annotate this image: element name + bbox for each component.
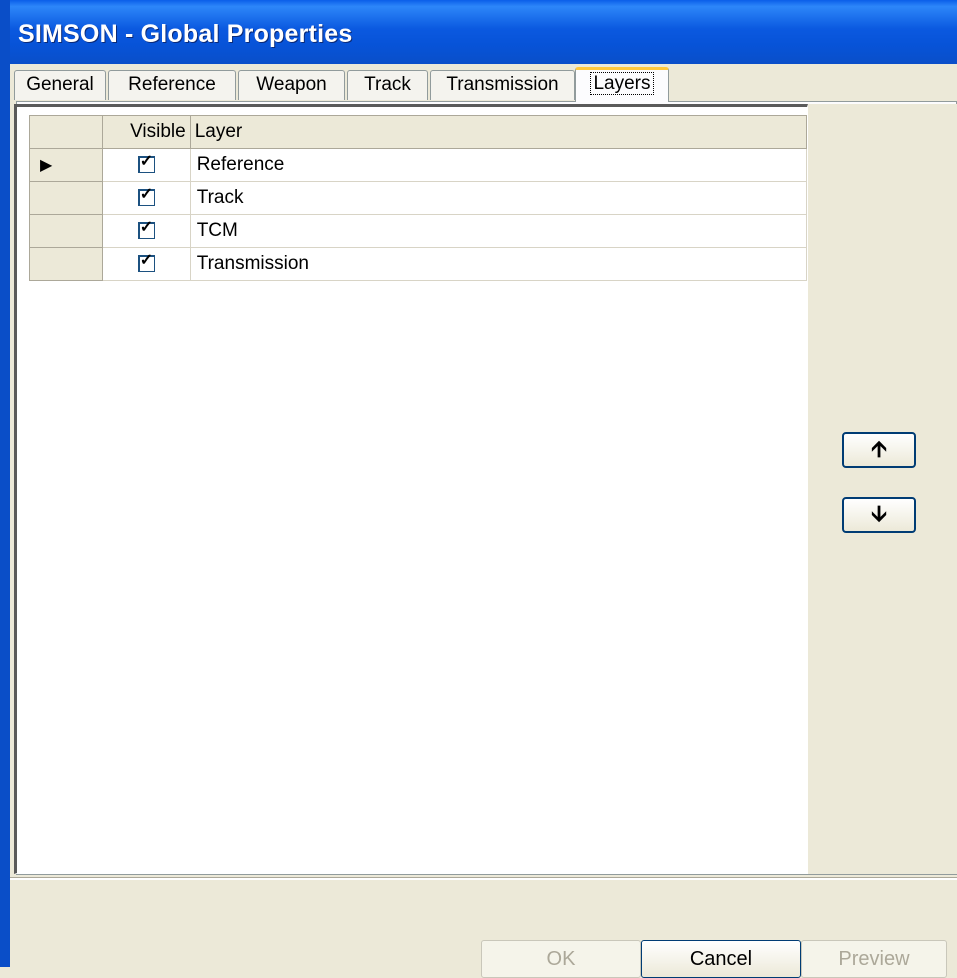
check-icon: ✓ xyxy=(139,186,154,204)
row-header[interactable] xyxy=(29,214,103,248)
move-down-button[interactable]: 🡫 xyxy=(842,497,916,533)
tab-transmission[interactable]: Transmission xyxy=(430,70,575,100)
visible-checkbox[interactable]: ✓ xyxy=(137,252,155,273)
visible-checkbox[interactable]: ✓ xyxy=(137,219,155,240)
grid-header-row: Visible Layer xyxy=(29,115,808,149)
tab-track[interactable]: Track xyxy=(347,70,428,100)
visible-checkbox-cell[interactable]: ✓ xyxy=(101,148,191,182)
tab-reference[interactable]: Reference xyxy=(108,70,236,100)
divider xyxy=(10,877,957,880)
layer-name-cell[interactable]: Transmission xyxy=(189,247,808,281)
table-row[interactable]: ✓ TCM xyxy=(29,214,808,248)
window-frame xyxy=(0,64,10,967)
row-header[interactable] xyxy=(29,181,103,215)
layers-grid-area[interactable]: Visible Layer ▶ ✓ Reference ✓ Track ✓ TC… xyxy=(14,104,808,874)
table-row[interactable]: ▶ ✓ Reference xyxy=(29,148,808,182)
tab-general[interactable]: General xyxy=(14,70,106,100)
layer-name-cell[interactable]: Track xyxy=(189,181,808,215)
column-header-visible[interactable]: Visible xyxy=(101,115,191,149)
row-header[interactable]: ▶ xyxy=(29,148,103,182)
column-header-layer[interactable]: Layer xyxy=(189,115,808,149)
tab-weapon[interactable]: Weapon xyxy=(238,70,345,100)
visible-checkbox[interactable]: ✓ xyxy=(137,153,155,174)
cancel-button[interactable]: Cancel xyxy=(641,940,801,978)
arrow-up-icon: 🡩 xyxy=(871,436,887,461)
visible-checkbox-cell[interactable]: ✓ xyxy=(101,247,191,281)
title-bar[interactable]: SIMSON - Global Properties xyxy=(0,0,957,64)
ok-button[interactable]: OK xyxy=(481,940,641,978)
table-row[interactable]: ✓ Track xyxy=(29,181,808,215)
check-icon: ✓ xyxy=(139,153,154,171)
visible-checkbox-cell[interactable]: ✓ xyxy=(101,181,191,215)
row-header-corner xyxy=(29,115,103,149)
visible-checkbox[interactable]: ✓ xyxy=(137,186,155,207)
table-row[interactable]: ✓ Transmission xyxy=(29,247,808,281)
layer-name-cell[interactable]: Reference xyxy=(189,148,808,182)
preview-button[interactable]: Preview xyxy=(801,940,947,978)
window-title: SIMSON - Global Properties xyxy=(18,20,353,48)
visible-checkbox-cell[interactable]: ✓ xyxy=(101,214,191,248)
check-icon: ✓ xyxy=(139,219,154,237)
current-row-pointer-icon: ▶ xyxy=(40,157,53,174)
row-header[interactable] xyxy=(29,247,103,281)
layers-grid: Visible Layer ▶ ✓ Reference ✓ Track ✓ TC… xyxy=(29,115,808,281)
check-icon: ✓ xyxy=(139,252,154,270)
arrow-down-icon: 🡫 xyxy=(871,501,887,526)
move-up-button[interactable]: 🡩 xyxy=(842,432,916,468)
tab-layers[interactable]: Layers xyxy=(575,67,669,102)
reorder-pane xyxy=(808,104,957,874)
layer-name-cell[interactable]: TCM xyxy=(189,214,808,248)
